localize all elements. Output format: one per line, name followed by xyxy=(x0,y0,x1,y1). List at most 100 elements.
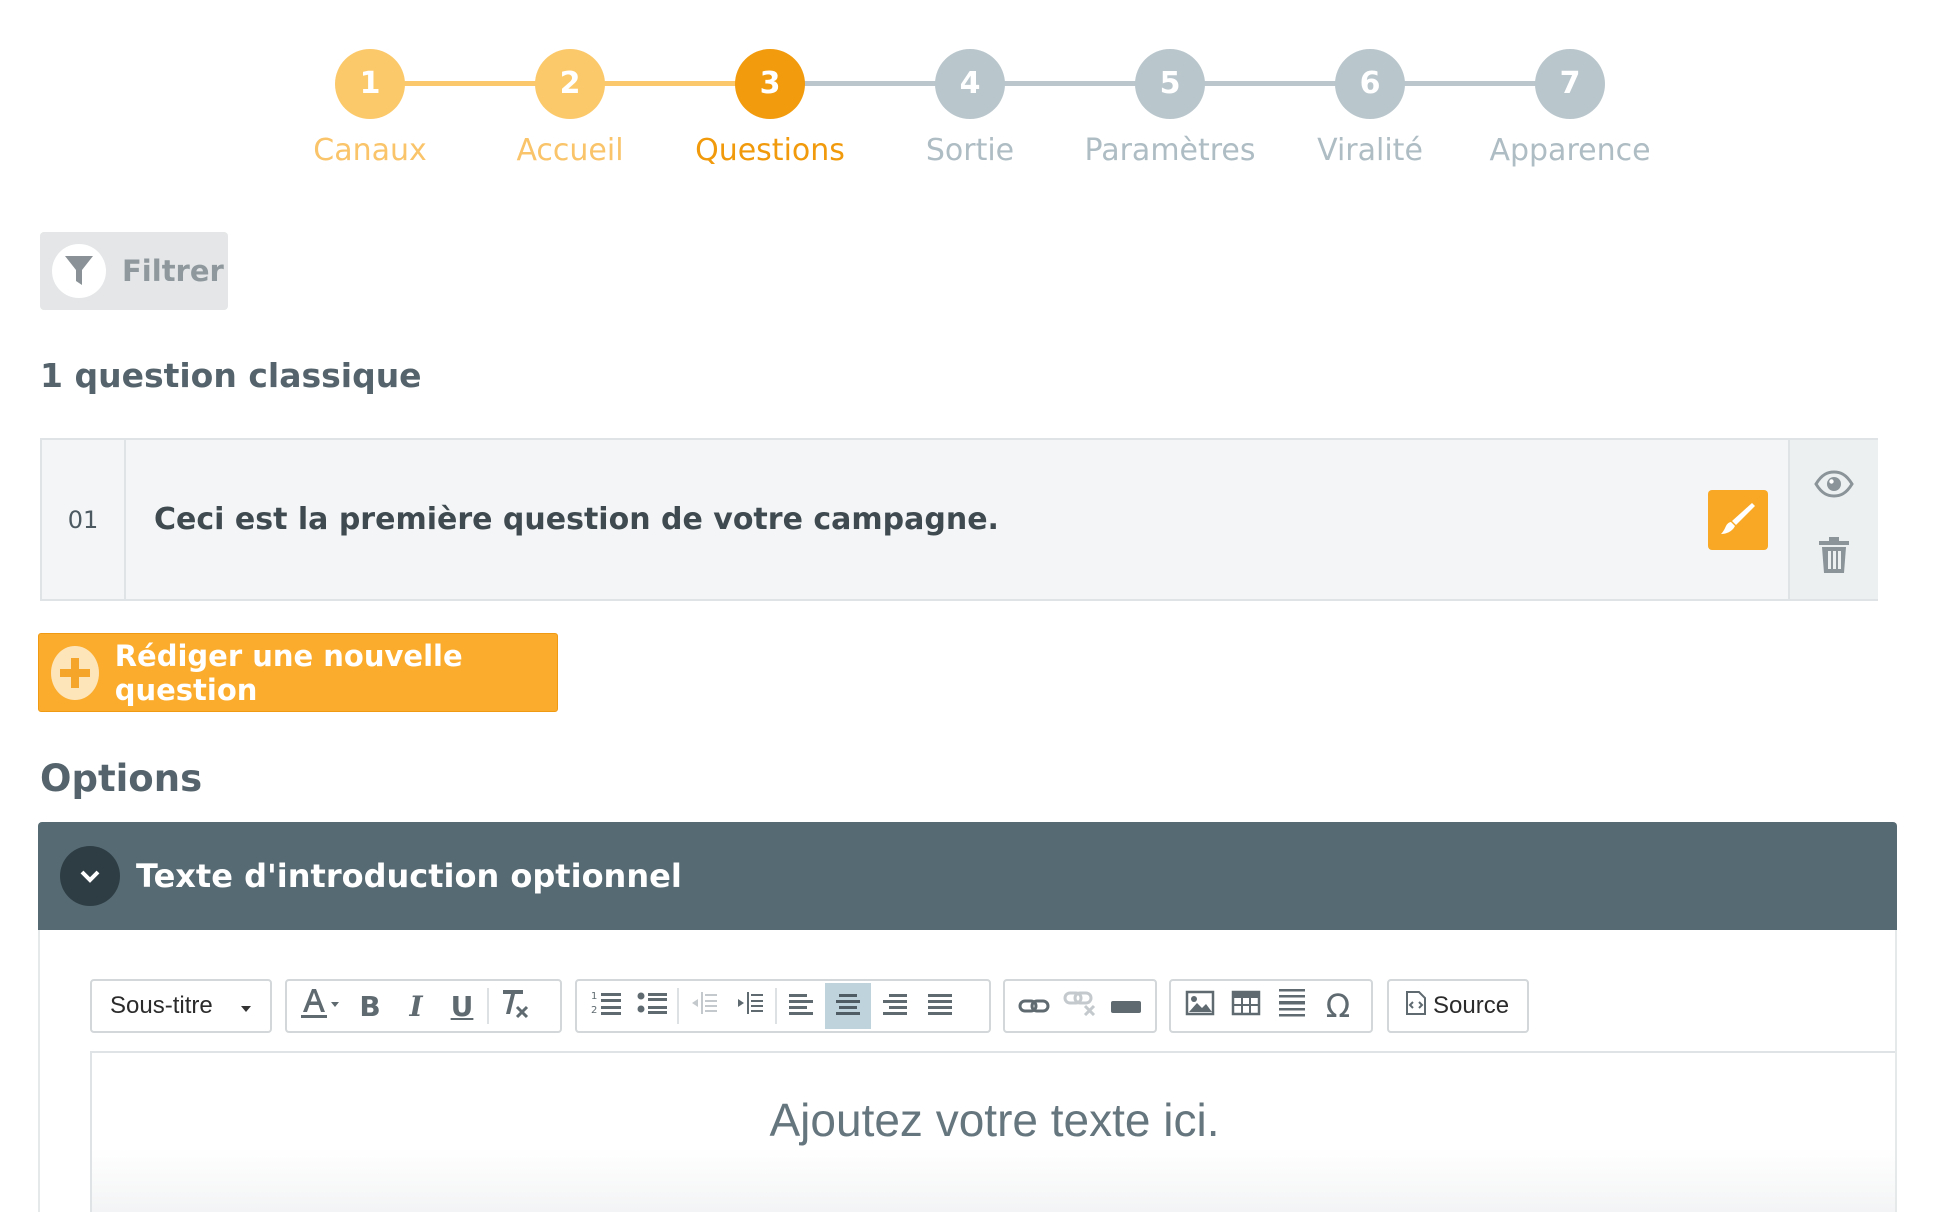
special-char-button[interactable]: Ω xyxy=(1315,983,1361,1029)
intro-text-panel-header[interactable]: Texte d'introduction optionnel xyxy=(38,822,1897,930)
step-label: Paramètres xyxy=(1084,133,1256,168)
indent-button[interactable] xyxy=(727,983,773,1029)
edit-question-button[interactable] xyxy=(1708,490,1768,550)
text-color-button[interactable] xyxy=(291,983,347,1029)
insert-link-button[interactable] xyxy=(1011,983,1057,1029)
step-label: Sortie xyxy=(925,133,1015,168)
step-number: 4 xyxy=(935,49,1005,119)
bulleted-list-button[interactable] xyxy=(629,983,675,1029)
format-select[interactable]: Sous-titre xyxy=(92,981,270,1031)
step-number: 7 xyxy=(1535,49,1605,119)
new-question-label: Rédiger une nouvelle question xyxy=(114,638,463,707)
anchor-icon xyxy=(1110,990,1142,1023)
horizontal-line-button[interactable] xyxy=(1269,983,1315,1029)
chevron-down-icon[interactable] xyxy=(60,846,120,906)
outdent-icon xyxy=(689,989,719,1024)
question-row: 01 Ceci est la première question de votr… xyxy=(40,438,1878,601)
link-icon xyxy=(1018,990,1050,1023)
svg-text:2: 2 xyxy=(591,1005,597,1016)
source-file-icon xyxy=(1405,990,1427,1023)
toolbar-separator xyxy=(775,988,777,1024)
filter-button[interactable]: Filtrer xyxy=(40,232,228,310)
step-number: 5 xyxy=(1135,49,1205,119)
underline-icon: U xyxy=(450,989,474,1023)
outdent-button[interactable] xyxy=(681,983,727,1029)
insert-table-button[interactable] xyxy=(1223,983,1269,1029)
paragraph-group: 1 2 xyxy=(575,979,991,1033)
insert-image-button[interactable] xyxy=(1177,983,1223,1029)
step-number: 2 xyxy=(535,49,605,119)
numbered-list-icon: 1 2 xyxy=(591,989,621,1024)
toolbar-separator xyxy=(677,988,679,1024)
source-label: Source xyxy=(1433,992,1510,1019)
underline-button[interactable]: U xyxy=(439,983,485,1029)
bold-button[interactable]: B xyxy=(347,983,393,1029)
bold-icon: B xyxy=(359,989,381,1023)
caret-down-icon xyxy=(240,992,252,1020)
question-number: 01 xyxy=(42,440,126,599)
align-left-button[interactable] xyxy=(779,983,825,1029)
step-sortie[interactable]: 4 Sortie xyxy=(870,49,1070,168)
wizard-stepper: 1 Canaux 2 Accueil 3 Questions 4 Sortie … xyxy=(0,0,1936,190)
delete-question-button[interactable] xyxy=(1790,536,1878,578)
link-group xyxy=(1003,979,1157,1033)
align-right-button[interactable] xyxy=(871,983,917,1029)
remove-format-icon xyxy=(497,986,531,1027)
questions-count-title: 1 question classique xyxy=(40,356,422,395)
eye-icon xyxy=(1814,470,1854,502)
omega-icon: Ω xyxy=(1325,987,1351,1025)
source-button[interactable]: Source xyxy=(1389,983,1527,1029)
step-viralite[interactable]: 6 Viralité xyxy=(1270,49,1470,168)
image-icon xyxy=(1185,990,1215,1023)
step-apparence[interactable]: 7 Apparence xyxy=(1470,49,1670,168)
remove-format-button[interactable] xyxy=(491,983,537,1029)
intro-text-editor[interactable]: Ajoutez votre texte ici. xyxy=(90,1051,1895,1212)
align-center-icon xyxy=(835,990,861,1023)
horizontal-line-icon xyxy=(1278,988,1306,1025)
anchor-button[interactable] xyxy=(1103,983,1149,1029)
format-select-group: Sous-titre xyxy=(90,979,272,1033)
funnel-icon xyxy=(52,244,106,298)
preview-question-button[interactable] xyxy=(1790,470,1878,502)
align-right-icon xyxy=(881,990,907,1023)
trash-icon xyxy=(1817,536,1851,578)
step-label: Accueil xyxy=(516,133,624,168)
numbered-list-button[interactable]: 1 2 xyxy=(583,983,629,1029)
align-center-button[interactable] xyxy=(825,983,871,1029)
align-left-icon xyxy=(789,990,815,1023)
new-question-button[interactable]: Rédiger une nouvelle question xyxy=(38,633,558,712)
step-number: 1 xyxy=(335,49,405,119)
step-number: 6 xyxy=(1335,49,1405,119)
options-title: Options xyxy=(40,757,203,800)
step-label: Apparence xyxy=(1489,133,1651,168)
align-justify-button[interactable] xyxy=(917,983,963,1029)
table-icon xyxy=(1231,990,1261,1023)
intro-text-panel-title: Texte d'introduction optionnel xyxy=(136,857,682,895)
step-label: Canaux xyxy=(313,133,427,168)
brush-icon xyxy=(1719,499,1757,541)
filter-label: Filtrer xyxy=(122,254,224,288)
step-canaux[interactable]: 1 Canaux xyxy=(270,49,470,168)
format-select-value: Sous-titre xyxy=(110,992,213,1019)
step-accueil[interactable]: 2 Accueil xyxy=(470,49,670,168)
source-group: Source xyxy=(1387,979,1529,1033)
plus-icon xyxy=(51,645,99,700)
text-style-group: B I U xyxy=(285,979,562,1033)
text-color-icon xyxy=(297,986,341,1027)
toolbar-separator xyxy=(487,988,489,1024)
italic-icon: I xyxy=(409,989,423,1023)
step-parametres[interactable]: 5 Paramètres xyxy=(1070,49,1270,168)
step-number: 3 xyxy=(735,49,805,119)
editor-placeholder: Ajoutez votre texte ici. xyxy=(769,1094,1220,1146)
remove-link-button[interactable] xyxy=(1057,983,1103,1029)
bulleted-list-icon xyxy=(637,989,667,1024)
step-label: Viralité xyxy=(1317,133,1423,168)
indent-icon xyxy=(735,989,765,1024)
svg-text:1: 1 xyxy=(591,991,597,1002)
unlink-icon xyxy=(1063,990,1097,1023)
align-justify-icon xyxy=(927,990,953,1023)
question-actions xyxy=(1788,440,1878,599)
italic-button[interactable]: I xyxy=(393,983,439,1029)
step-questions[interactable]: 3 Questions xyxy=(670,49,870,168)
question-text[interactable]: Ceci est la première question de votre c… xyxy=(154,440,999,599)
